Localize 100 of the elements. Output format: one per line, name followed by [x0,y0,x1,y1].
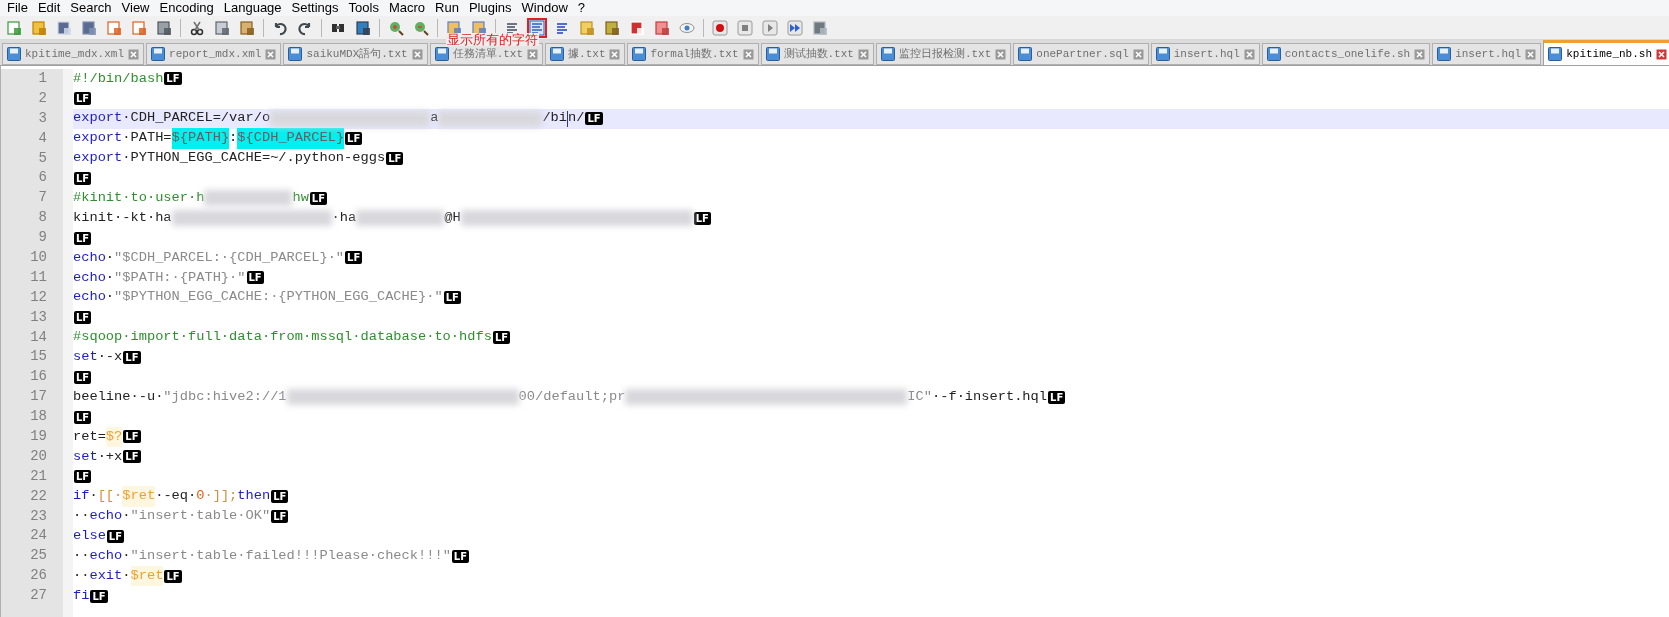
eol-marker: LF [164,569,182,583]
keyword: echo [73,268,106,287]
toolbar-button[interactable] [785,17,805,38]
line-number: 4 [37,128,48,148]
code-text: ·ha [331,208,357,227]
eol-marker: LF [90,589,108,603]
file-tab[interactable]: 测试抽数.txt [760,43,874,65]
file-tab[interactable]: onePartner.sql [1013,43,1149,65]
stop-icon [737,19,753,36]
floppy-icon [288,47,303,61]
file-tab[interactable]: kpitime_nb.sh [1543,40,1669,65]
variable: $? [105,426,123,448]
keyword: else [73,527,106,546]
line-number: 19 [29,427,48,447]
line-number: 21 [29,466,48,486]
operator: [[· [97,487,123,506]
line-number: 12 [29,287,48,307]
keyword: echo [89,547,123,566]
code-text: : [229,129,238,148]
file-tab[interactable]: contacts_onelife.sh [1261,43,1431,65]
line-number: 20 [29,446,48,466]
code-text: ·· [73,547,90,566]
eol-marker: LF [123,450,141,464]
code-text: ·· [73,507,90,526]
tab-label: 测试抽数.txt [783,48,854,60]
eol-marker: LF [271,490,289,504]
eol-marker: LF [492,331,511,344]
tab-label: 监控日报检测.txt [898,48,992,60]
eol-marker: LF [106,529,125,543]
playmulti-icon [787,19,803,36]
floppy-icon [880,47,895,61]
file-tab[interactable]: 據.txt [545,43,626,65]
keyword: echo [89,507,123,526]
menu-item[interactable]: Search [65,0,117,16]
zoomout-icon [413,19,429,36]
file-tab[interactable]: insert.hql [1150,43,1260,65]
keyword: export [73,149,123,168]
menu-item[interactable]: Encoding [154,0,219,16]
file-tab[interactable]: formal抽数.txt [627,43,759,65]
variable: $ret [122,486,156,507]
eol-marker: LF [345,251,363,265]
highlighted-match: ${CDH_PARCEL} [237,128,345,149]
menu-item[interactable]: Window [516,0,573,16]
comment: #kinit·to·user·h [73,189,205,207]
code-text: a [430,109,439,128]
eol-marker: LF [123,350,141,364]
tab-label: report_mdx.xml [169,48,262,60]
line-number: 2 [37,88,48,108]
floppy-icon [151,47,166,61]
eol-marker: LF [451,549,470,563]
eol-marker: LF [123,430,141,444]
keyword: then [237,487,271,506]
file-tab[interactable]: insert.hql [1432,43,1542,65]
line-number: 17 [29,387,48,407]
menu-item[interactable]: Edit [32,0,66,16]
menu-item[interactable]: ? [572,0,591,16]
tab-label: insert.hql [1455,48,1522,60]
line-number: 22 [29,486,48,506]
floppy-icon [1437,47,1452,61]
toolbar-button[interactable] [710,17,730,38]
menu-item[interactable]: View [116,0,155,16]
menu-item[interactable]: Tools [343,0,384,16]
file-tab[interactable]: report_mdx.xml [146,43,282,65]
menu-item[interactable]: Plugins [463,0,517,16]
operator: ·]]; [204,487,238,506]
menu-item[interactable]: Settings [286,0,344,16]
line-number: 16 [29,367,48,387]
code-text: ·-f·insert.hql [932,387,1047,406]
file-tab[interactable]: kpitime_mdx.xml [2,43,145,65]
file-tab[interactable]: saikuMDX語句.txt [283,43,428,65]
keyword: set [73,348,98,367]
keyword: echo [73,248,106,267]
line-number: 23 [29,506,48,526]
line-number: 15 [29,347,48,367]
code-text: ·-eq· [155,487,197,506]
tab-label: contacts_onelife.sh [1284,48,1411,60]
menu-item[interactable]: Run [430,0,464,16]
eol-marker: LF [345,132,363,146]
tab-label: formal抽数.txt [650,48,739,60]
menu-item[interactable]: Language [218,0,287,16]
eol-marker: LF [74,171,92,185]
eol-marker: LF [164,72,182,86]
code-text: ·· [73,566,90,585]
floppy-icon [1018,47,1033,61]
variable: $ret [130,565,164,587]
file-tab[interactable]: 监控日报检测.txt [875,43,1012,65]
menu-item[interactable]: Macro [383,0,431,16]
code-text: · [122,547,131,566]
floppy-icon [7,47,21,61]
floppy-icon [434,47,449,61]
tab-label: 任務清單.txt [452,48,524,60]
eol-marker: LF [74,410,92,424]
code-text: · [105,288,115,307]
floppy-icon [1548,47,1563,61]
line-number: 14 [29,327,48,347]
code-text: ·CDH_PARCEL=/var/o [122,109,271,128]
floppy-icon [765,47,780,61]
eol-marker: LF [246,271,264,285]
code-text: ·-x [97,348,123,367]
menu-item[interactable]: File [2,0,33,16]
